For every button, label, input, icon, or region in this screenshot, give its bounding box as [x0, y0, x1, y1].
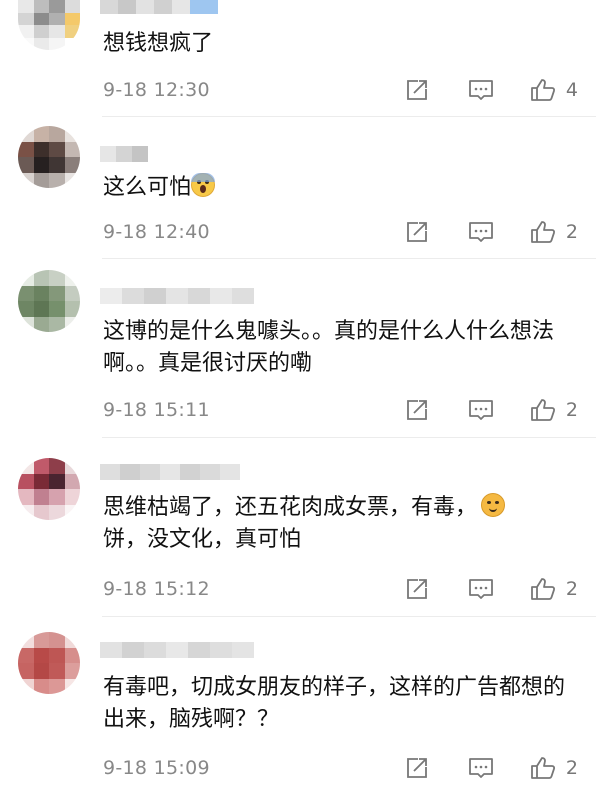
repost-button[interactable]: [404, 220, 430, 244]
comment-text: 想钱想疯了: [103, 31, 214, 56]
comment-icon: [469, 222, 493, 242]
divider: [102, 258, 596, 259]
like-icon: [531, 221, 555, 243]
avatar[interactable]: [18, 458, 80, 520]
timestamp: 9-18 15:12: [103, 578, 210, 600]
like-count: 4: [565, 79, 578, 101]
username-blurred[interactable]: [100, 642, 254, 658]
username-blurred[interactable]: [100, 288, 254, 304]
action-bar: 2: [404, 398, 578, 422]
comment-meta: 9-18 12:30 4: [103, 78, 578, 102]
timestamp: 9-18 15:09: [103, 757, 210, 779]
action-bar: 2: [404, 756, 578, 780]
like-icon: [531, 757, 555, 779]
comment-button[interactable]: [468, 398, 494, 422]
repost-button[interactable]: [404, 756, 430, 780]
comment-meta: 9-18 12:40 2: [103, 220, 578, 244]
comment-icon: [469, 758, 493, 778]
action-bar: 4: [404, 78, 578, 102]
repost-button[interactable]: [404, 577, 430, 601]
comment-icon: [469, 400, 493, 420]
comment-button[interactable]: [468, 220, 494, 244]
divider: [102, 616, 596, 617]
username-blurred[interactable]: [100, 146, 148, 162]
like-icon: [531, 578, 555, 600]
comment-text: 这么可怕: [103, 172, 572, 204]
action-bar: 2: [404, 577, 578, 601]
comment-meta: 9-18 15:12 2: [103, 577, 578, 601]
like-button[interactable]: 2: [530, 756, 578, 780]
like-count: 2: [565, 578, 578, 600]
like-button[interactable]: 2: [530, 398, 578, 422]
like-icon: [531, 79, 555, 101]
comment-icon: [469, 80, 493, 100]
like-count: 2: [565, 221, 578, 243]
comment-icon: [469, 579, 493, 599]
divider: [102, 116, 596, 117]
comment-button[interactable]: [468, 577, 494, 601]
repost-icon: [407, 222, 427, 242]
repost-icon: [407, 80, 427, 100]
like-count: 2: [565, 399, 578, 421]
avatar[interactable]: [18, 126, 80, 188]
repost-icon: [407, 400, 427, 420]
timestamp: 9-18 15:11: [103, 399, 210, 421]
like-button[interactable]: 2: [530, 577, 578, 601]
repost-icon: [407, 579, 427, 599]
comment-text: 有毒吧，切成女朋友的样子，这样的广告都想的出来，脑残啊？？: [103, 675, 566, 732]
scream-emoji-icon: [191, 173, 216, 197]
repost-icon: [407, 758, 427, 778]
like-icon: [531, 399, 555, 421]
like-button[interactable]: 2: [530, 220, 578, 244]
divider: [102, 437, 596, 438]
avatar[interactable]: [18, 0, 80, 50]
repost-button[interactable]: [404, 78, 430, 102]
like-button[interactable]: 4: [530, 78, 578, 102]
timestamp: 9-18 12:30: [103, 79, 210, 101]
avatar[interactable]: [18, 270, 80, 332]
avatar[interactable]: [18, 632, 80, 694]
action-bar: 2: [404, 220, 578, 244]
comment-text: 这博的是什么鬼噱头。。真的是什么人什么想法啊。。真是很讨厌的嘞: [103, 319, 555, 376]
comment-button[interactable]: [468, 756, 494, 780]
repost-button[interactable]: [404, 398, 430, 422]
timestamp: 9-18 12:40: [103, 221, 210, 243]
cat-emoji-icon: [481, 493, 506, 517]
comment-meta: 9-18 15:11 2: [103, 398, 578, 422]
username-blurred[interactable]: [100, 0, 218, 14]
comment-text: 思维枯竭了，还五花肉成女票，有毒， 饼，没文化，真可怕: [103, 492, 572, 556]
comment-meta: 9-18 15:09 2: [103, 756, 578, 780]
username-blurred[interactable]: [100, 464, 240, 480]
like-count: 2: [565, 757, 578, 779]
comment-button[interactable]: [468, 78, 494, 102]
